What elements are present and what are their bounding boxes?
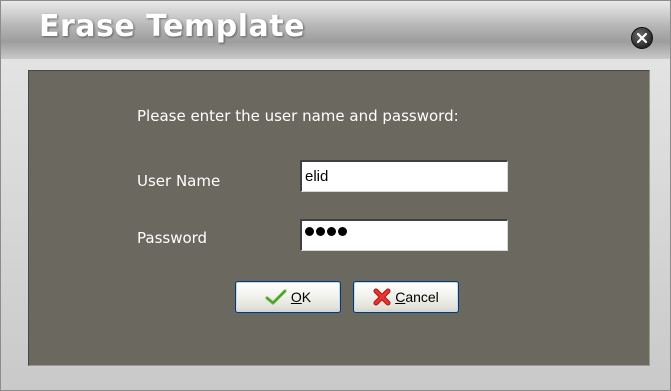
ok-mnemonic: O (290, 289, 302, 305)
checkmark-icon (265, 289, 287, 305)
close-icon (636, 32, 648, 44)
cancel-mnemonic: C (395, 289, 406, 305)
password-dot (316, 227, 325, 236)
cancel-button[interactable]: Cancel (353, 281, 459, 313)
password-label: Password (137, 229, 208, 247)
password-mask (305, 227, 347, 236)
ok-button[interactable]: OK (235, 281, 341, 313)
close-button[interactable] (631, 27, 653, 49)
ok-button-label: OK (291, 289, 311, 305)
dialog-body: Please enter the user name and password:… (28, 70, 650, 366)
password-dot (338, 227, 347, 236)
erase-template-dialog: Erase Template Please enter the user nam… (0, 0, 671, 391)
title-bar[interactable]: Erase Template (1, 1, 670, 59)
dialog-title: Erase Template (39, 9, 305, 44)
cancel-rest: ancel (405, 289, 439, 305)
password-dot (305, 227, 314, 236)
red-x-icon (373, 288, 391, 306)
instruction-text: Please enter the user name and password: (137, 107, 459, 125)
password-dot (327, 227, 336, 236)
user-name-label: User Name (137, 172, 221, 190)
ok-rest: K (301, 289, 312, 305)
cancel-button-label: Cancel (395, 289, 439, 305)
user-name-input[interactable] (300, 160, 508, 192)
